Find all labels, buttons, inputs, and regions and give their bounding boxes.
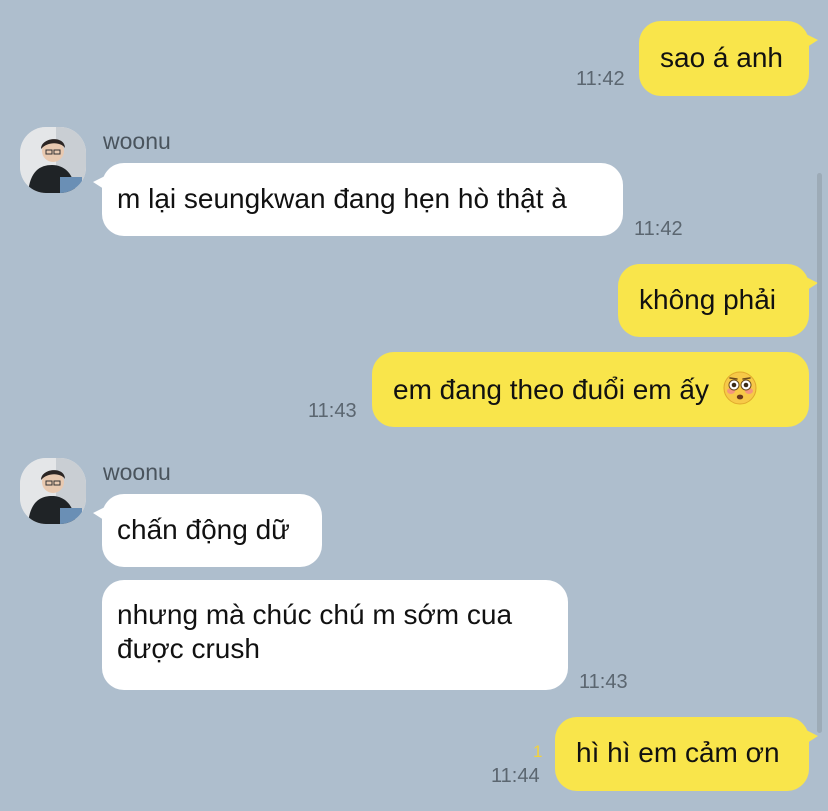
message-text-line: được crush bbox=[117, 633, 260, 664]
incoming-message[interactable]: nhưng mà chúc chú m sớm cua được crush bbox=[102, 580, 568, 690]
message-text-line: nhưng mà chúc chú m sớm cua bbox=[117, 599, 513, 630]
outgoing-message[interactable]: em đang theo đuổi em ấy bbox=[372, 352, 809, 427]
message-text: hì hì em cảm ơn bbox=[576, 737, 780, 768]
incoming-message[interactable]: m lại seungkwan đang hẹn hò thật à bbox=[93, 163, 623, 236]
avatar[interactable] bbox=[20, 127, 86, 193]
avatar[interactable] bbox=[20, 458, 86, 524]
incoming-message[interactable]: chấn động dữ bbox=[93, 494, 322, 567]
message-text: không phải bbox=[639, 284, 777, 315]
outgoing-message[interactable]: hì hì em cảm ơn bbox=[555, 717, 818, 791]
message-text: m lại seungkwan đang hẹn hò thật à bbox=[117, 183, 567, 214]
message-time: 11:43 bbox=[308, 400, 357, 422]
message-text: em đang theo đuổi em ấy bbox=[393, 374, 709, 405]
message-time: 11:43 bbox=[579, 671, 628, 693]
avatar-photo-icon bbox=[20, 127, 86, 193]
chat-area[interactable]: 11:42 sao á anh woonu m lại seungkwan đa… bbox=[0, 0, 828, 811]
message-time: 11:44 bbox=[491, 765, 540, 787]
message-text: chấn động dữ bbox=[117, 514, 290, 545]
scrollbar[interactable] bbox=[817, 173, 822, 733]
unread-count: 1 bbox=[533, 742, 543, 761]
sender-name: woonu bbox=[103, 128, 171, 154]
avatar-photo-icon bbox=[20, 458, 86, 524]
message-text: sao á anh bbox=[660, 42, 783, 73]
outgoing-message[interactable]: sao á anh bbox=[639, 21, 818, 96]
sender-name: woonu bbox=[103, 459, 171, 485]
flushed-face-icon bbox=[723, 371, 757, 405]
message-time: 11:42 bbox=[576, 68, 625, 90]
message-time: 11:42 bbox=[634, 218, 683, 240]
outgoing-message[interactable]: không phải bbox=[618, 264, 818, 337]
